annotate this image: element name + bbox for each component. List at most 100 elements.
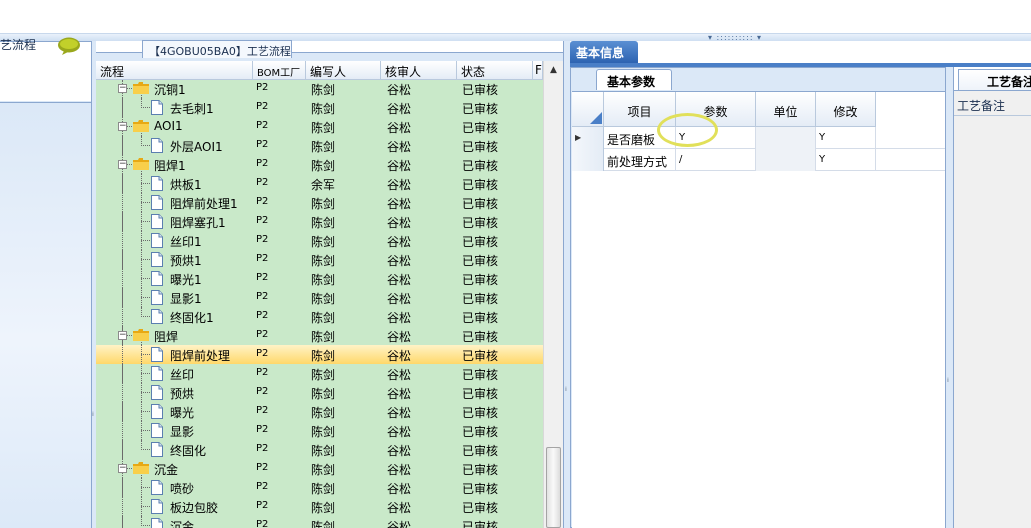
reviewer-name: 谷松: [387, 368, 412, 382]
writer-name: 陈剑: [311, 463, 336, 477]
tree-row[interactable]: − 阻焊1 P2 陈剑 谷松 已审核: [96, 155, 543, 174]
tree-row[interactable]: − 阻焊 P2 陈剑 谷松 已审核: [96, 326, 543, 345]
param-header-modify[interactable]: 修改: [816, 92, 876, 127]
tree-connector: [122, 98, 123, 117]
tree-row[interactable]: 显影 P2 陈剑 谷松 已审核: [96, 421, 543, 440]
writer-name: 陈剑: [311, 311, 336, 325]
tree-row[interactable]: 终固化1 P2 陈剑 谷松 已审核: [96, 307, 543, 326]
tree-connector: [141, 525, 150, 526]
reviewer-name: 谷松: [387, 501, 412, 515]
status-text: 已审核: [462, 501, 499, 515]
scroll-thumb[interactable]: [546, 447, 561, 528]
tree-row[interactable]: 终固化 P2 陈剑 谷松 已审核: [96, 440, 543, 459]
bom-factory: P2: [256, 120, 269, 131]
reviewer-name: 谷松: [387, 83, 412, 97]
status-text: 已审核: [462, 292, 499, 306]
tree-connector: [122, 250, 123, 269]
tree-row[interactable]: 烘板1 P2 余军 谷松 已审核: [96, 174, 543, 193]
reviewer-name: 谷松: [387, 482, 412, 496]
column-header-bom[interactable]: BOM工厂: [253, 61, 306, 80]
bom-factory: P2: [256, 329, 269, 340]
document-icon: [151, 176, 163, 191]
param-unit[interactable]: [756, 149, 816, 171]
status-text: 已审核: [462, 254, 499, 268]
writer-name: 陈剑: [311, 330, 336, 344]
tree-connector: [141, 392, 150, 393]
param-row[interactable]: 前处理方式 / Y: [572, 149, 946, 171]
bom-factory: P2: [256, 481, 269, 492]
tree-row[interactable]: 板边包胶 P2 陈剑 谷松 已审核: [96, 497, 543, 516]
middle-splitter[interactable]: ⁞: [563, 41, 570, 528]
tab-basic-info[interactable]: 基本信息: [570, 41, 638, 63]
tree-row[interactable]: 阻焊塞孔1 P2 陈剑 谷松 已审核: [96, 212, 543, 231]
tree-row[interactable]: 曝光1 P2 陈剑 谷松 已审核: [96, 269, 543, 288]
column-header-f[interactable]: F: [533, 61, 543, 80]
tree-row[interactable]: 曝光 P2 陈剑 谷松 已审核: [96, 402, 543, 421]
writer-name: 陈剑: [311, 102, 336, 116]
column-header-reviewer[interactable]: 核审人: [381, 61, 457, 80]
param-modify[interactable]: Y: [816, 127, 876, 149]
writer-name: 陈剑: [311, 140, 336, 154]
tree-row[interactable]: 阻焊前处理1 P2 陈剑 谷松 已审核: [96, 193, 543, 212]
process-flow-title: 【4GOBU05BA0】工艺流程: [142, 40, 292, 58]
bom-factory: P2: [256, 101, 269, 112]
left-panel-label[interactable]: 艺流程: [0, 36, 36, 53]
reviewer-name: 谷松: [387, 330, 412, 344]
param-value[interactable]: /: [676, 149, 756, 171]
tree-row[interactable]: 丝印1 P2 陈剑 谷松 已审核: [96, 231, 543, 250]
document-icon: [151, 518, 163, 528]
tree-row[interactable]: 外层AOI1 P2 陈剑 谷松 已审核: [96, 136, 543, 155]
column-header-writer[interactable]: 编写人: [306, 61, 381, 80]
right-splitter[interactable]: ⁞: [945, 67, 954, 528]
param-header-unit[interactable]: 单位: [756, 92, 816, 127]
tree-row[interactable]: 阻焊前处理 P2 陈剑 谷松 已审核: [96, 345, 543, 364]
param-row[interactable]: ▶ 是否磨板 Y Y: [572, 127, 946, 149]
speech-bubble-icon[interactable]: [57, 37, 81, 55]
row-header-corner: [572, 92, 604, 127]
param-modify[interactable]: Y: [816, 149, 876, 171]
step-name: 阻焊1: [154, 159, 186, 173]
tree-row[interactable]: 喷砂 P2 陈剑 谷松 已审核: [96, 478, 543, 497]
tree-connector: [141, 240, 150, 241]
reviewer-name: 谷松: [387, 121, 412, 135]
collapse-icon[interactable]: −: [118, 122, 127, 131]
document-icon: [151, 271, 163, 286]
tree-row[interactable]: 显影1 P2 陈剑 谷松 已审核: [96, 288, 543, 307]
collapse-icon[interactable]: −: [118, 84, 127, 93]
tree-row[interactable]: − 沉铜1 P2 陈剑 谷松 已审核: [96, 80, 543, 98]
tree-connector: [122, 478, 123, 497]
splitter-grip-icon[interactable]: ▾ :::::::::: ▾: [708, 35, 774, 40]
tab-process-remarks[interactable]: 工艺备注: [958, 69, 1031, 90]
collapse-icon[interactable]: −: [118, 331, 127, 340]
tree-row[interactable]: − AOI1 P2 陈剑 谷松 已审核: [96, 117, 543, 136]
status-text: 已审核: [462, 520, 499, 528]
tab-basic-params[interactable]: 基本参数: [596, 69, 672, 90]
param-unit[interactable]: [756, 127, 816, 149]
column-header-status[interactable]: 状态: [457, 61, 533, 80]
tree-row[interactable]: 预烘 P2 陈剑 谷松 已审核: [96, 383, 543, 402]
step-name: 喷砂: [170, 482, 195, 496]
tree-row[interactable]: − 沉金 P2 陈剑 谷松 已审核: [96, 459, 543, 478]
writer-name: 陈剑: [311, 121, 336, 135]
writer-name: 陈剑: [311, 292, 336, 306]
tree-row[interactable]: 丝印 P2 陈剑 谷松 已审核: [96, 364, 543, 383]
vertical-scrollbar[interactable]: ▲: [543, 61, 563, 528]
status-text: 已审核: [462, 368, 499, 382]
document-icon: [151, 499, 163, 514]
document-icon: [151, 252, 163, 267]
column-header-flow[interactable]: 流程: [96, 61, 253, 80]
tree-connector: [141, 278, 150, 279]
writer-name: 陈剑: [311, 273, 336, 287]
tree-row[interactable]: 预烘1 P2 陈剑 谷松 已审核: [96, 250, 543, 269]
document-icon: [151, 195, 163, 210]
tree-row[interactable]: 沉金 P2 陈剑 谷松 已审核: [96, 516, 543, 528]
status-text: 已审核: [462, 330, 499, 344]
collapse-icon[interactable]: −: [118, 464, 127, 473]
collapse-icon[interactable]: −: [118, 160, 127, 169]
tree-row[interactable]: 去毛刺1 P2 陈剑 谷松 已审核: [96, 98, 543, 117]
writer-name: 陈剑: [311, 159, 336, 173]
scroll-up-icon[interactable]: ▲: [544, 61, 563, 80]
document-icon: [151, 290, 163, 305]
reviewer-name: 谷松: [387, 425, 412, 439]
reviewer-name: 谷松: [387, 235, 412, 249]
